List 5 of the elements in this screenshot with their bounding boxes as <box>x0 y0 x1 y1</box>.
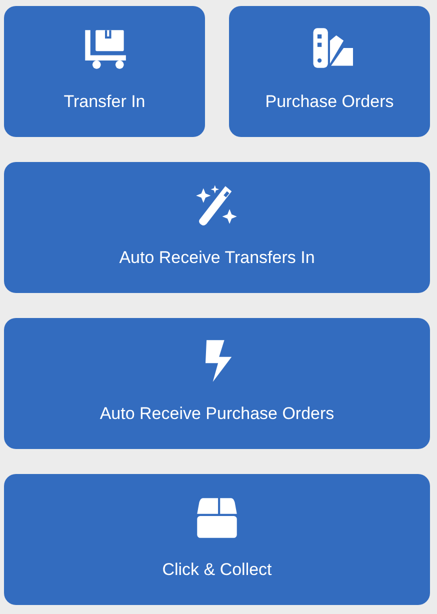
menu-tile[interactable]: Purchase Orders <box>229 6 430 137</box>
menu-tile[interactable]: Click & Collect <box>4 474 430 605</box>
menu-tile[interactable]: Auto Receive Transfers In <box>4 162 430 293</box>
menu-tile[interactable]: Transfer In <box>4 6 205 137</box>
menu-tile[interactable]: Auto Receive Purchase Orders <box>4 318 430 449</box>
